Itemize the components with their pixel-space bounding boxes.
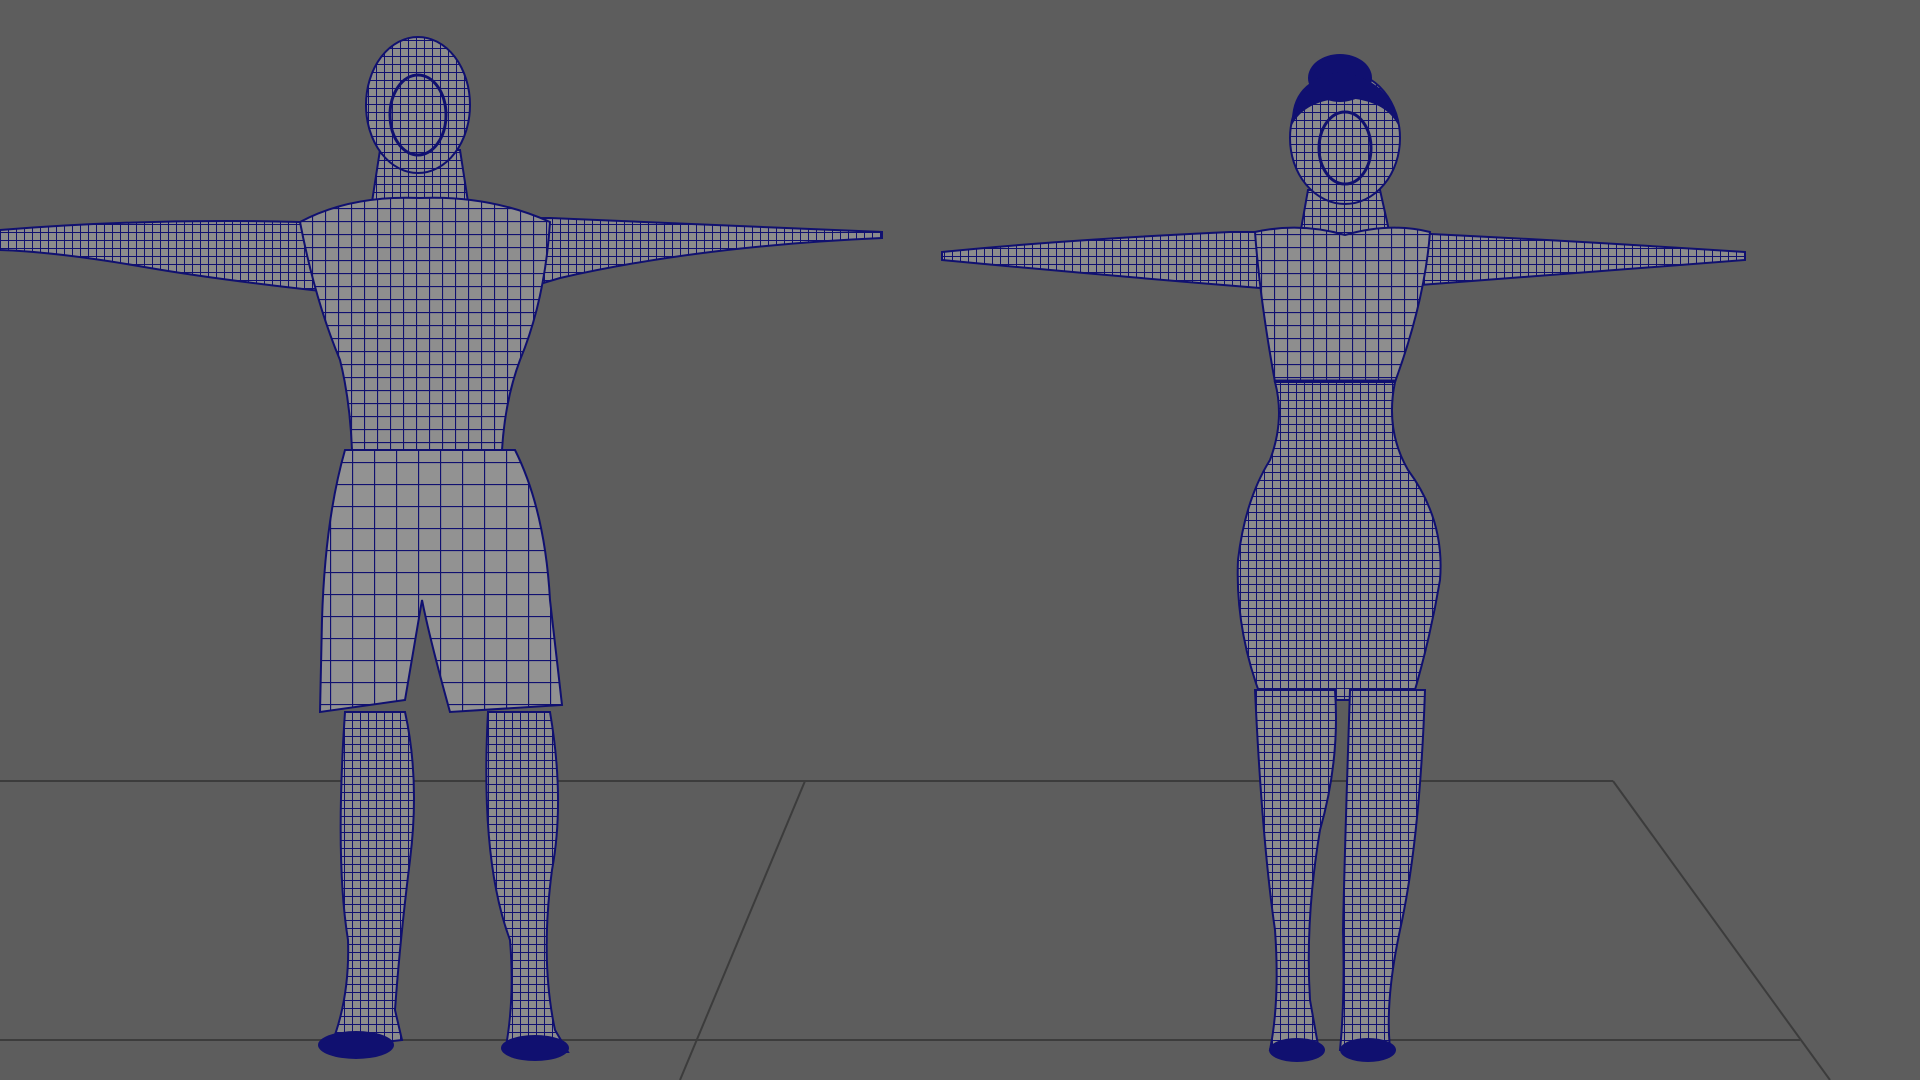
male-shorts [318, 449, 564, 714]
male-character-mesh[interactable] [0, 36, 883, 1061]
male-right-foot [501, 1035, 569, 1061]
male-head [365, 36, 471, 174]
male-right-leg [485, 711, 570, 1053]
3d-viewport[interactable] [0, 0, 1920, 1080]
female-sports-top [1253, 226, 1432, 383]
viewport-canvas[interactable] [0, 0, 1920, 1080]
female-left-foot [1269, 1038, 1325, 1062]
female-torso-hips [1236, 381, 1442, 701]
male-left-foot [318, 1031, 394, 1059]
ground-grid [0, 780, 1831, 1080]
female-right-leg [1338, 689, 1427, 1052]
male-left-leg [328, 711, 415, 1050]
female-left-leg [1253, 689, 1337, 1052]
female-character-mesh[interactable] [941, 54, 1746, 1062]
female-right-foot [1340, 1038, 1396, 1062]
male-torso [298, 196, 552, 451]
